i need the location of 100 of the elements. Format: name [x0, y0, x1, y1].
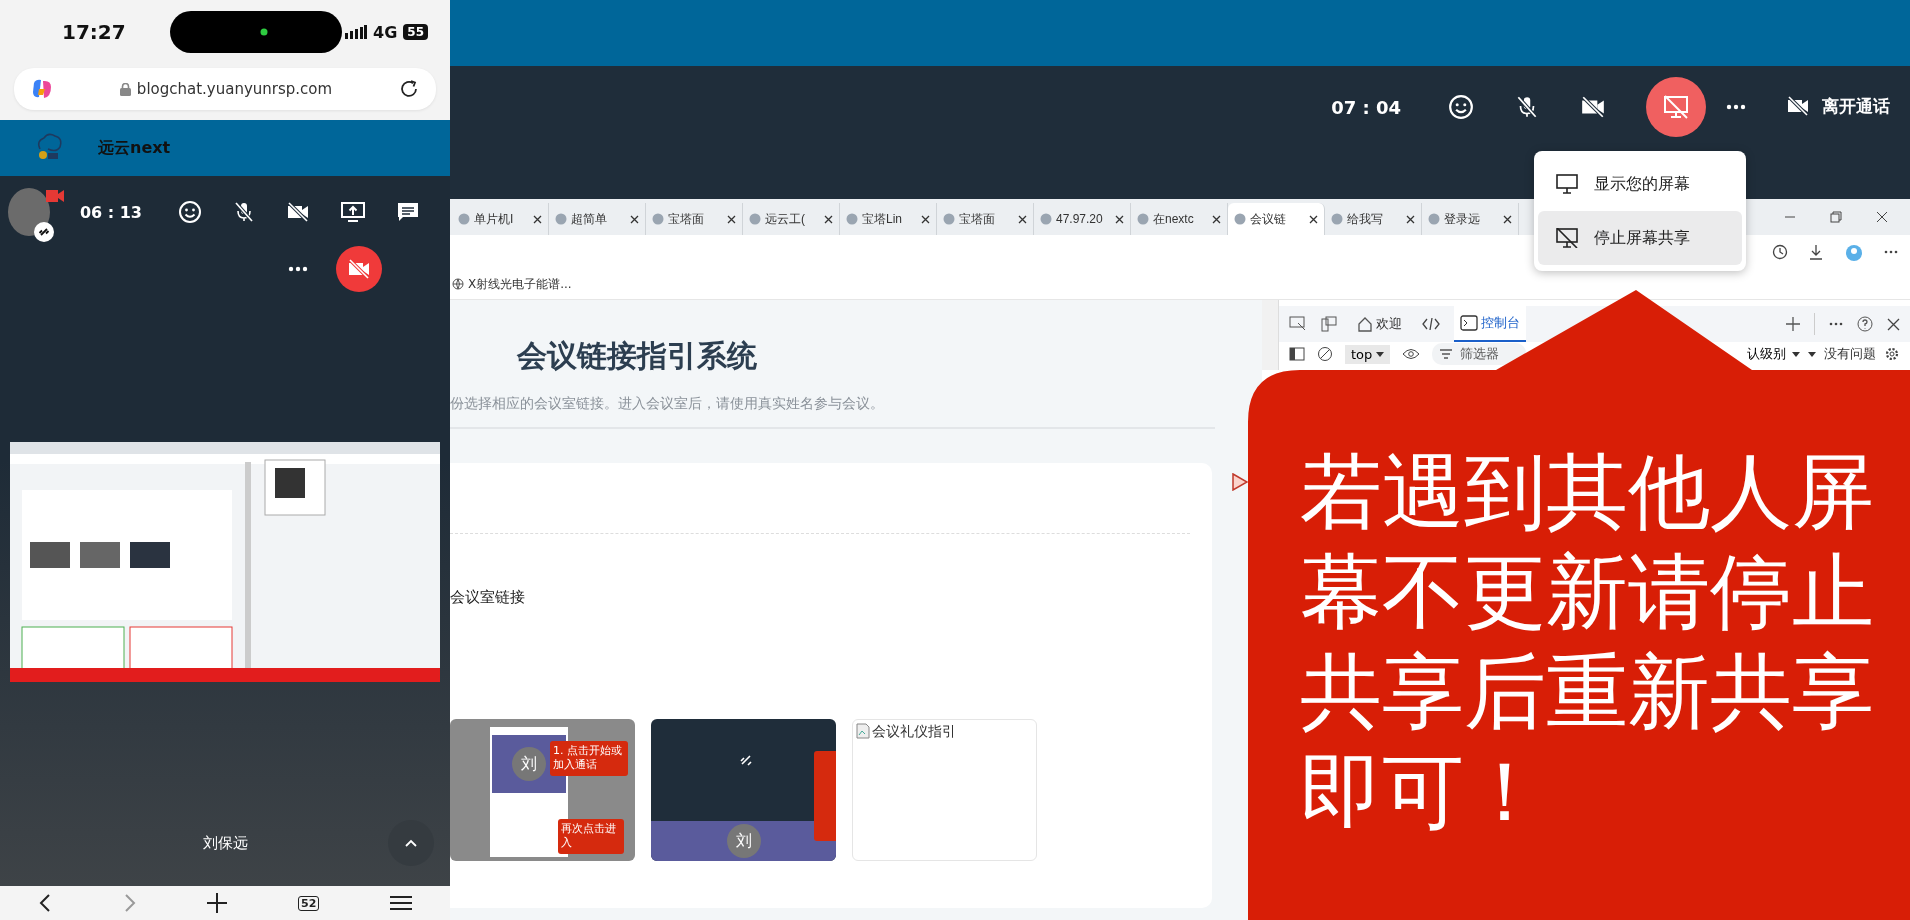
app-title: 远云next: [98, 137, 171, 159]
stop-share-button[interactable]: [1646, 77, 1706, 137]
scrollbar[interactable]: [1262, 300, 1279, 370]
page-subtitle: 份选择相应的会议室链接。进入会议室后，请使用真实姓名参与会议。: [450, 395, 885, 413]
device-icon[interactable]: [1321, 316, 1337, 332]
status-time: 17:27: [62, 20, 126, 44]
favicon-icon: [1234, 213, 1246, 225]
favicon-icon: [1137, 213, 1149, 225]
filter-field[interactable]: 筛选器: [1432, 343, 1527, 365]
favicon-icon: [943, 213, 955, 225]
favicon-icon: [1040, 213, 1052, 225]
page-title: 会议链接指引系统: [517, 337, 758, 375]
link-badge-icon: [34, 222, 54, 242]
restore-icon[interactable]: [1830, 211, 1842, 223]
inspect-icon[interactable]: [1289, 316, 1307, 332]
more-icon[interactable]: [1726, 104, 1746, 110]
call-timer: 07 : 04: [1331, 97, 1401, 118]
favicon-icon: [458, 213, 470, 225]
avatar-initial: 刘: [512, 747, 546, 781]
forward-icon[interactable]: [122, 893, 137, 913]
mic-off-icon[interactable]: [1514, 94, 1540, 120]
devtools-tab[interactable]: 控制台: [1454, 306, 1526, 342]
close-icon[interactable]: [1212, 214, 1221, 224]
menu-item[interactable]: 停止屏幕共享: [1538, 211, 1742, 265]
close-icon[interactable]: [1887, 317, 1900, 331]
context-dropdown[interactable]: top: [1345, 344, 1391, 364]
close-icon[interactable]: [824, 214, 833, 224]
reload-icon[interactable]: [398, 78, 420, 100]
devtools-tab[interactable]: 欢迎: [1351, 306, 1408, 342]
home-icon: [1357, 316, 1373, 332]
close-icon[interactable]: [630, 214, 639, 224]
menu-item[interactable]: 显示您的屏幕: [1538, 157, 1742, 211]
emoji-icon[interactable]: [178, 200, 202, 224]
screen-share-icon[interactable]: [340, 200, 366, 224]
browser-tab[interactable]: 会议链: [1228, 203, 1325, 235]
favicon-icon: [555, 213, 567, 225]
history-icon[interactable]: [1772, 244, 1788, 260]
favicon-icon: [1331, 213, 1343, 225]
close-icon[interactable]: [1115, 214, 1124, 224]
close-icon[interactable]: [533, 214, 542, 224]
mic-off-icon[interactable]: [232, 200, 256, 224]
image-alt-text: 会议礼仪指引: [872, 723, 956, 741]
settings-icon[interactable]: [1884, 346, 1900, 362]
issues-label: 没有问题: [1824, 345, 1876, 363]
eye-icon[interactable]: [1402, 348, 1421, 360]
stop-video-button[interactable]: [336, 246, 382, 292]
sidebar-icon[interactable]: [1289, 347, 1305, 361]
camera-off-icon: [1786, 94, 1810, 118]
url-text: blogchat.yuanyunrsp.com: [136, 80, 333, 98]
participant-name: 刘保远: [202, 833, 248, 853]
level-dropdown[interactable]: 认级别: [1747, 345, 1800, 363]
close-icon[interactable]: [1406, 214, 1415, 224]
battery-indicator: 55: [403, 24, 428, 40]
section-label: 会议室链接: [450, 588, 526, 607]
more-icon[interactable]: [288, 266, 308, 272]
more-icon[interactable]: [1829, 322, 1843, 326]
broken-image-icon: [856, 723, 870, 739]
close-icon[interactable]: [1503, 214, 1512, 224]
caret-icon: [1376, 351, 1385, 357]
close-icon[interactable]: [1309, 214, 1318, 224]
monitor-icon: [1556, 174, 1578, 194]
console-icon: [1460, 315, 1478, 331]
menu-icon[interactable]: [390, 895, 412, 911]
favicon-icon: [749, 213, 761, 225]
plus-icon[interactable]: [207, 893, 228, 913]
help-icon[interactable]: [1857, 316, 1873, 332]
chat-icon[interactable]: [396, 200, 420, 224]
add-icon[interactable]: [1786, 317, 1800, 331]
back-icon[interactable]: [38, 893, 52, 913]
callout-note: 1. 点击开始或加入通话: [550, 741, 628, 776]
guide-screenshot[interactable]: 刘 1. 点击开始或加入通话 再次点击进入: [450, 719, 635, 861]
emoji-icon[interactable]: [1448, 94, 1474, 120]
camera-off-icon[interactable]: [286, 200, 310, 224]
globe-icon: [452, 278, 464, 290]
more-icon[interactable]: [1884, 250, 1898, 254]
clear-icon[interactable]: [1317, 346, 1333, 362]
monitor-off-icon: [1556, 228, 1578, 248]
favicon-icon: [652, 213, 664, 225]
close-icon[interactable]: [921, 214, 930, 224]
lock-icon: [119, 82, 131, 96]
copilot-icon: [30, 77, 54, 101]
link-icon: [739, 753, 753, 767]
callout-text: 若遇到其他人屏幕不更新请停止共享后重新共享即可！: [1300, 443, 1875, 841]
camera-off-icon[interactable]: [1580, 94, 1606, 120]
download-icon[interactable]: [1808, 244, 1824, 260]
tab-count-button[interactable]: 52: [298, 895, 320, 911]
camera-off-icon: [347, 257, 371, 281]
favicon-icon: [1428, 213, 1440, 225]
leave-call-button[interactable]: 离开通话: [1786, 94, 1890, 118]
pointer-icon: [1232, 473, 1248, 491]
bookmark-item[interactable]: X射线光电子能谱...: [450, 275, 572, 293]
close-icon[interactable]: [727, 214, 736, 224]
close-icon[interactable]: [1876, 211, 1888, 223]
callout-note: 再次点击进入: [558, 819, 624, 854]
address-bar[interactable]: blogchat.yuanyunrsp.com: [14, 68, 436, 110]
close-icon[interactable]: [1018, 214, 1027, 224]
code-icon[interactable]: [1422, 317, 1440, 331]
call-timer: 06 : 13: [79, 202, 142, 222]
guide-screenshot[interactable]: 刘: [651, 719, 836, 861]
screen-off-icon: [1662, 94, 1690, 120]
